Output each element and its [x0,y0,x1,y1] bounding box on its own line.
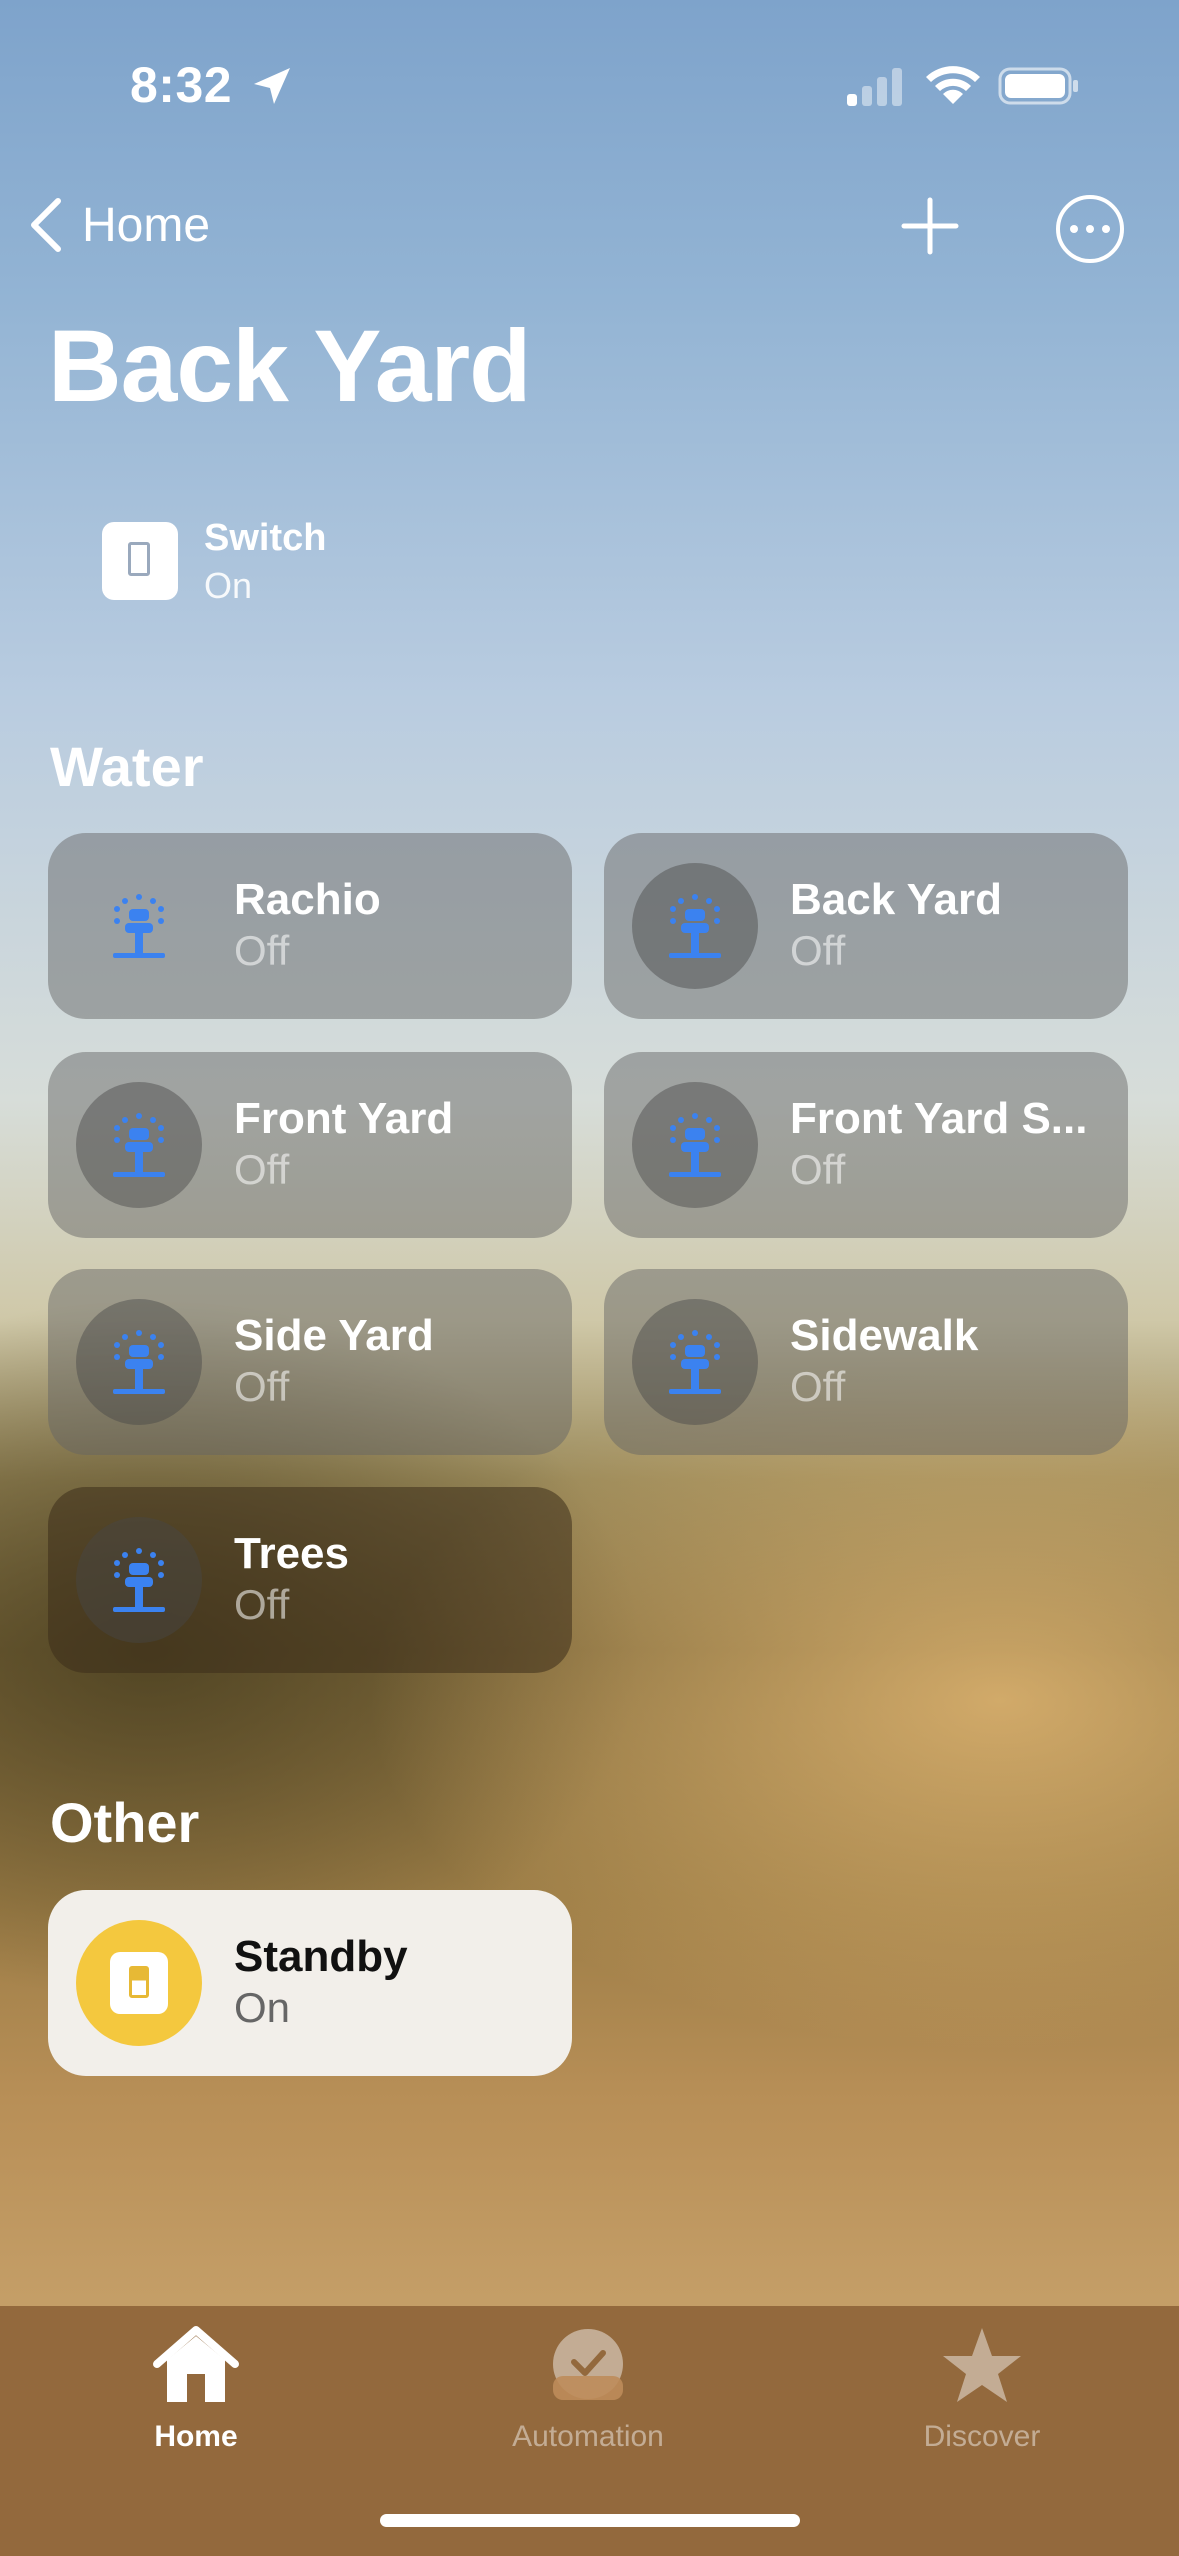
tile-state: Off [234,1581,290,1628]
clock-check-icon [543,2324,633,2406]
tab-label: Automation [512,2420,664,2453]
switch-icon-circle[interactable] [76,1920,202,2046]
add-button[interactable] [900,196,960,256]
tile-state: Off [790,1363,846,1410]
section-title-other: Other [50,1791,200,1854]
tile-name: Front Yard [234,1094,454,1143]
switch-icon[interactable] [102,522,178,600]
back-label: Home [82,198,211,252]
tile-trees[interactable]: Trees Off [48,1487,572,1673]
tile-name: Standby [234,1932,408,1981]
sprinkler-icon[interactable] [632,1082,758,1208]
tile-rachio[interactable]: Rachio Off [48,833,572,1019]
tile-name: Front Yard S... [790,1094,1088,1143]
more-options-button[interactable] [1056,195,1124,263]
tab-label: Discover [923,2420,1041,2453]
battery-icon [998,67,1078,105]
sprinkler-icon[interactable] [632,863,758,989]
ellipsis-icon [1070,225,1078,233]
tile-state: Off [790,1146,846,1193]
sprinkler-icon[interactable] [76,1517,202,1643]
sprinkler-icon[interactable] [76,863,202,989]
tab-label: Home [154,2420,238,2453]
tile-name: Rachio [234,875,381,924]
sprinkler-icon[interactable] [76,1082,202,1208]
location-arrow-icon [254,68,290,104]
sprinkler-icon[interactable] [76,1299,202,1425]
tile-sidewalk[interactable]: Sidewalk Off [604,1269,1128,1455]
switch-icon [110,1952,168,2014]
switch-name[interactable]: Switch [204,517,326,560]
sprinkler-icon[interactable] [632,1299,758,1425]
tab-automation[interactable]: Automation [458,2324,718,2454]
tile-state: On [234,1984,291,2031]
home-indicator[interactable] [380,2514,800,2527]
back-button[interactable]: Home [24,195,210,255]
tile-side-yard[interactable]: Side Yard Off [48,1269,572,1455]
tile-name: Sidewalk [790,1311,979,1360]
tile-name: Trees [234,1529,349,1578]
tile-state: Off [234,1146,290,1193]
cellular-signal-icon [847,68,902,106]
tile-back-yard[interactable]: Back Yard Off [604,833,1128,1019]
chevron-left-icon [31,198,61,252]
tile-name: Side Yard [234,1311,434,1360]
tab-discover[interactable]: Discover [852,2324,1112,2454]
tile-front-yard[interactable]: Front Yard Off [48,1052,572,1238]
tile-front-yard-s[interactable]: Front Yard S... Off [604,1052,1128,1238]
tile-state: Off [234,1363,290,1410]
tile-standby[interactable]: Standby On [48,1890,572,2076]
house-icon [151,2324,241,2406]
section-title-water: Water [50,735,204,798]
tab-home[interactable]: Home [66,2324,326,2454]
switch-state: On [204,565,253,606]
tile-state: Off [234,927,290,974]
star-icon [937,2324,1027,2406]
tile-name: Back Yard [790,875,1003,924]
wifi-icon [926,66,980,104]
status-time: 8:32 [130,57,233,113]
tile-state: Off [790,927,846,974]
page-title: Back Yard [48,309,531,423]
